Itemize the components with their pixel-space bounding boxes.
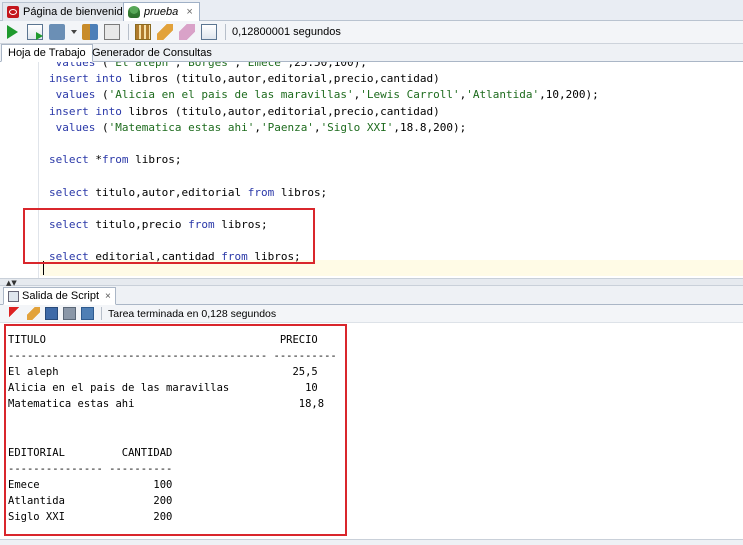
task-status: Tarea terminada en 0,128 segundos: [108, 307, 277, 320]
tab-prueba[interactable]: prueba ×: [123, 2, 200, 22]
run-statement-icon[interactable]: [7, 25, 18, 39]
code-line[interactable]: values ('Alicia en el pais de las maravi…: [49, 87, 599, 103]
code-line[interactable]: select *from libros;: [49, 152, 599, 168]
rollback-icon[interactable]: [82, 24, 98, 40]
worksheet-toolbar: 0,12800001 segundos: [0, 21, 743, 44]
code-line[interactable]: insert into libros (titulo,autor,editori…: [49, 71, 599, 87]
clear-output-icon[interactable]: [27, 307, 40, 320]
pin-icon[interactable]: [9, 307, 22, 320]
annotation-highlight-box: [23, 208, 315, 264]
output-scroll-edge: [0, 539, 743, 545]
script-output-icon: [8, 290, 19, 302]
tab-label: prueba: [144, 6, 179, 18]
run-script-icon[interactable]: [27, 24, 43, 40]
close-icon[interactable]: ×: [186, 6, 192, 18]
database-connection-icon: [128, 6, 140, 18]
tab-salida-de-script[interactable]: Salida de Script ×: [3, 287, 116, 305]
format-icon[interactable]: [157, 24, 173, 40]
sql-history-icon[interactable]: [135, 24, 151, 40]
script-output[interactable]: TITULO PRECIO ---------------------------…: [0, 323, 743, 545]
tab-label: Salida de Script: [22, 290, 100, 302]
code-line[interactable]: [49, 168, 599, 184]
toolbar-separator: [128, 24, 129, 40]
code-line[interactable]: values ('El aleph','Borges','Emece',25.5…: [49, 62, 599, 71]
sql-editor[interactable]: values ('El aleph','Borges','Emece',25.5…: [0, 62, 743, 278]
code-line[interactable]: select titulo,autor,editorial from libro…: [49, 185, 599, 201]
code-line[interactable]: values ('Matematica estas ahi','Paenza',…: [49, 120, 599, 136]
toolbar-separator: [225, 24, 226, 40]
export-icon[interactable]: [81, 307, 94, 320]
worksheet-subtab-bar: Hoja de Trabajo Generador de Consultas: [0, 44, 743, 62]
save-icon[interactable]: [45, 307, 58, 320]
close-icon[interactable]: ×: [105, 291, 111, 302]
tab-generador-de-consultas[interactable]: Generador de Consultas: [86, 44, 218, 62]
clear-icon[interactable]: [179, 24, 195, 40]
code-line[interactable]: insert into libros (titulo,autor,editori…: [49, 104, 599, 120]
output-tab-bar: Salida de Script ×: [0, 286, 743, 305]
autotrace-icon[interactable]: [201, 24, 217, 40]
code-line[interactable]: [49, 265, 599, 278]
annotation-highlight-box: [4, 324, 347, 536]
commit-icon[interactable]: [49, 24, 65, 40]
chevron-down-icon[interactable]: [71, 30, 77, 34]
panel-splitter[interactable]: ▲▼: [0, 278, 743, 287]
explain-plan-icon[interactable]: [104, 24, 120, 40]
toolbar-separator: [101, 307, 102, 320]
output-toolbar: Tarea terminada en 0,128 segundos: [0, 305, 743, 323]
tab-hoja-de-trabajo[interactable]: Hoja de Trabajo: [1, 44, 93, 62]
tab-label: Página de bienvenida: [23, 6, 129, 18]
oracle-icon: [7, 6, 19, 18]
document-tab-bar: Página de bienvenida × prueba ×: [0, 0, 743, 22]
code-line[interactable]: [49, 136, 599, 152]
execution-time: 0,12800001 segundos: [232, 26, 341, 38]
print-icon[interactable]: [63, 307, 76, 320]
